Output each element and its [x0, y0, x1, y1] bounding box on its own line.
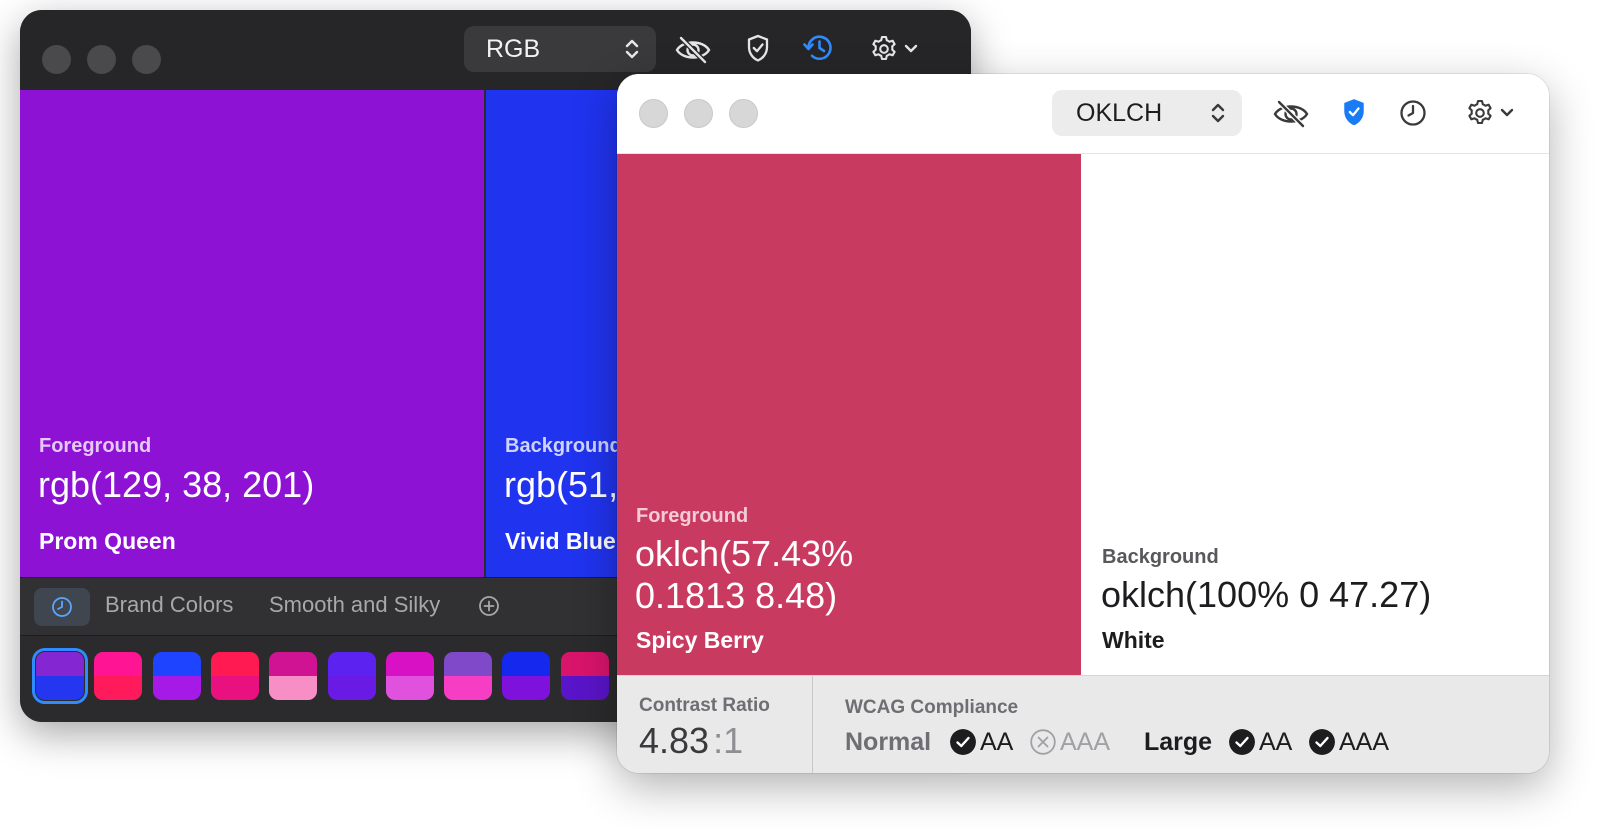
palette-swatch[interactable]	[327, 652, 376, 700]
background-swatch[interactable]: Background oklch(100% 0 47.27) White	[1081, 154, 1549, 675]
foreground-name: Prom Queen	[39, 528, 176, 554]
palette-swatch[interactable]	[269, 652, 318, 700]
color-model-value: OKLCH	[1076, 98, 1163, 127]
title-bar: OKLCH	[617, 74, 1549, 154]
palette-swatch-top	[36, 652, 84, 676]
palette-swatch[interactable]	[444, 652, 493, 700]
palette-swatch-bottom	[385, 676, 434, 700]
eye-slash-icon[interactable]	[674, 35, 712, 65]
zoom-button[interactable]	[132, 45, 161, 74]
palette-swatch[interactable]	[210, 652, 259, 700]
clock-icon[interactable]	[1398, 98, 1428, 128]
palette-swatch[interactable]	[94, 652, 143, 700]
palette-swatch-top	[560, 652, 609, 676]
foreground-label: Foreground	[39, 435, 152, 457]
contrast-footer: Contrast Ratio 4.83:1 WCAG Compliance No…	[617, 675, 1549, 773]
footer-divider	[812, 676, 813, 773]
gear-menu-icon[interactable]	[870, 34, 922, 64]
updown-chevron-icon	[625, 39, 639, 59]
contrast-ratio-label: Contrast Ratio	[639, 695, 770, 716]
palette-swatch[interactable]	[152, 652, 201, 700]
palette-swatch[interactable]	[560, 652, 609, 700]
palette-swatch-bottom	[94, 676, 143, 700]
wcag-label: WCAG Compliance	[845, 697, 1019, 718]
minimize-button[interactable]	[87, 45, 116, 74]
close-button[interactable]	[42, 45, 71, 74]
large-aaa-label: AAA	[1339, 728, 1390, 756]
palette-swatch-bottom	[152, 676, 201, 700]
color-model-value: RGB	[486, 34, 541, 63]
palette-swatch-top	[94, 652, 143, 676]
clock-icon	[52, 597, 72, 617]
palette-swatch-top	[269, 652, 318, 676]
background-name: Vivid Blue	[505, 528, 616, 554]
color-model-select[interactable]: OKLCH	[1052, 90, 1242, 136]
palette-swatch-top	[152, 652, 201, 676]
foreground-swatch[interactable]: Foreground rgb(129, 38, 201) Prom Queen	[20, 90, 484, 577]
contrast-ratio-suffix: :1	[713, 720, 744, 761]
tab-smooth-and-silky[interactable]: Smooth and Silky	[269, 592, 440, 618]
tab-history[interactable]	[34, 588, 90, 626]
foreground-name: Spicy Berry	[636, 627, 764, 653]
background-value[interactable]: rgb(51,	[504, 464, 618, 506]
palette-swatch-bottom	[327, 676, 376, 700]
palette-swatch-bottom	[560, 676, 609, 700]
palette-swatch-top	[385, 652, 434, 676]
add-tab-icon[interactable]	[478, 595, 500, 617]
palette-swatch[interactable]	[385, 652, 434, 700]
x-circle-icon	[1030, 729, 1056, 755]
shield-check-icon[interactable]	[746, 33, 770, 63]
check-circle-icon	[1229, 729, 1255, 755]
shield-check-icon[interactable]	[1342, 97, 1366, 127]
contrast-ratio-number: 4.83	[639, 720, 710, 761]
minimize-button[interactable]	[684, 99, 713, 128]
large-text-label: Large	[1144, 728, 1213, 756]
background-name: White	[1102, 627, 1165, 653]
foreground-value[interactable]: oklch(57.43% 0.1813 8.48)	[635, 533, 853, 617]
normal-aa-label: AA	[980, 728, 1014, 756]
normal-text-label: Normal	[845, 728, 932, 756]
foreground-value[interactable]: rgb(129, 38, 201)	[38, 464, 314, 506]
oklch-window: OKLCH Foreground oklch(57.43% 0.1813 8.4…	[617, 74, 1549, 773]
background-label: Background	[505, 435, 622, 457]
palette-swatch[interactable]	[32, 648, 88, 704]
gear-menu-icon[interactable]	[1466, 98, 1518, 128]
palette-swatch-top	[327, 652, 376, 676]
foreground-swatch[interactable]: Foreground oklch(57.43% 0.1813 8.48) Spi…	[617, 154, 1081, 675]
palette-swatch-top	[502, 652, 551, 676]
close-button[interactable]	[639, 99, 668, 128]
palette-swatch-top	[444, 652, 493, 676]
palette-swatch-bottom	[502, 676, 551, 700]
zoom-button[interactable]	[729, 99, 758, 128]
color-model-select[interactable]: RGB	[464, 26, 656, 72]
eye-slash-icon[interactable]	[1272, 99, 1310, 129]
palette-swatch-top	[210, 652, 259, 676]
background-value[interactable]: oklch(100% 0 47.27)	[1101, 574, 1431, 616]
palette-swatch-bottom	[444, 676, 493, 700]
palette-swatch-bottom	[210, 676, 259, 700]
contrast-ratio-value: 4.83:1	[639, 720, 743, 762]
large-aa-label: AA	[1259, 728, 1293, 756]
check-circle-icon	[1309, 729, 1335, 755]
updown-chevron-icon	[1211, 103, 1225, 123]
history-icon[interactable]	[801, 32, 835, 64]
foreground-label: Foreground	[636, 505, 749, 527]
background-label: Background	[1102, 546, 1219, 568]
palette-swatch-bottom	[36, 676, 84, 700]
palette-swatch[interactable]	[502, 652, 551, 700]
check-circle-icon	[950, 729, 976, 755]
palette-swatch-bottom	[269, 676, 318, 700]
normal-aaa-label: AAA	[1060, 728, 1111, 756]
tab-brand-colors[interactable]: Brand Colors	[105, 592, 233, 618]
